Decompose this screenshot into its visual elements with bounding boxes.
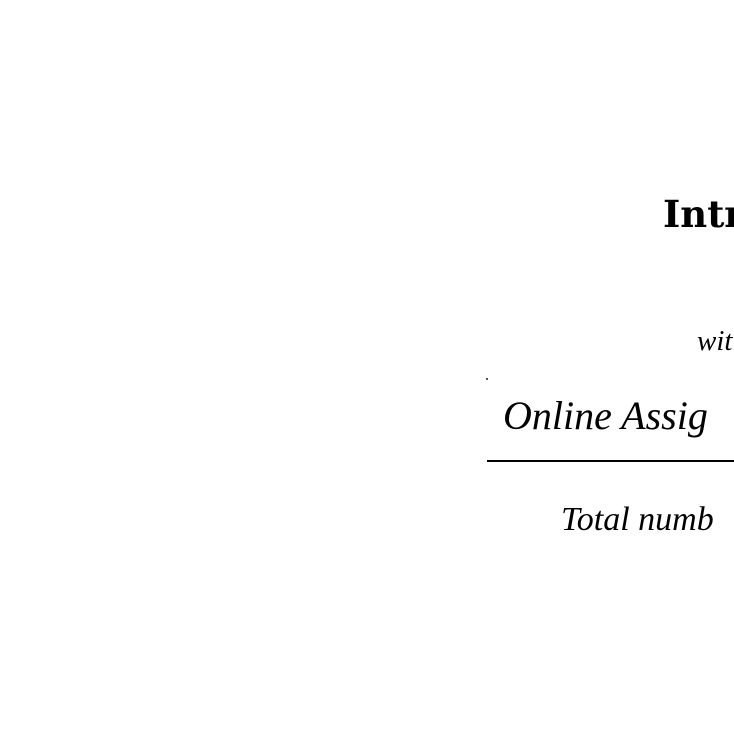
total-count-line: Total numb [561, 501, 714, 538]
section-title: Online Assig [503, 393, 708, 438]
document-heading: Intr [663, 192, 734, 236]
section-divider [487, 460, 734, 462]
document-page: Intr wit Online Assig Total numb [0, 0, 734, 734]
stray-mark [486, 378, 488, 380]
document-subtitle: wit [697, 325, 733, 357]
